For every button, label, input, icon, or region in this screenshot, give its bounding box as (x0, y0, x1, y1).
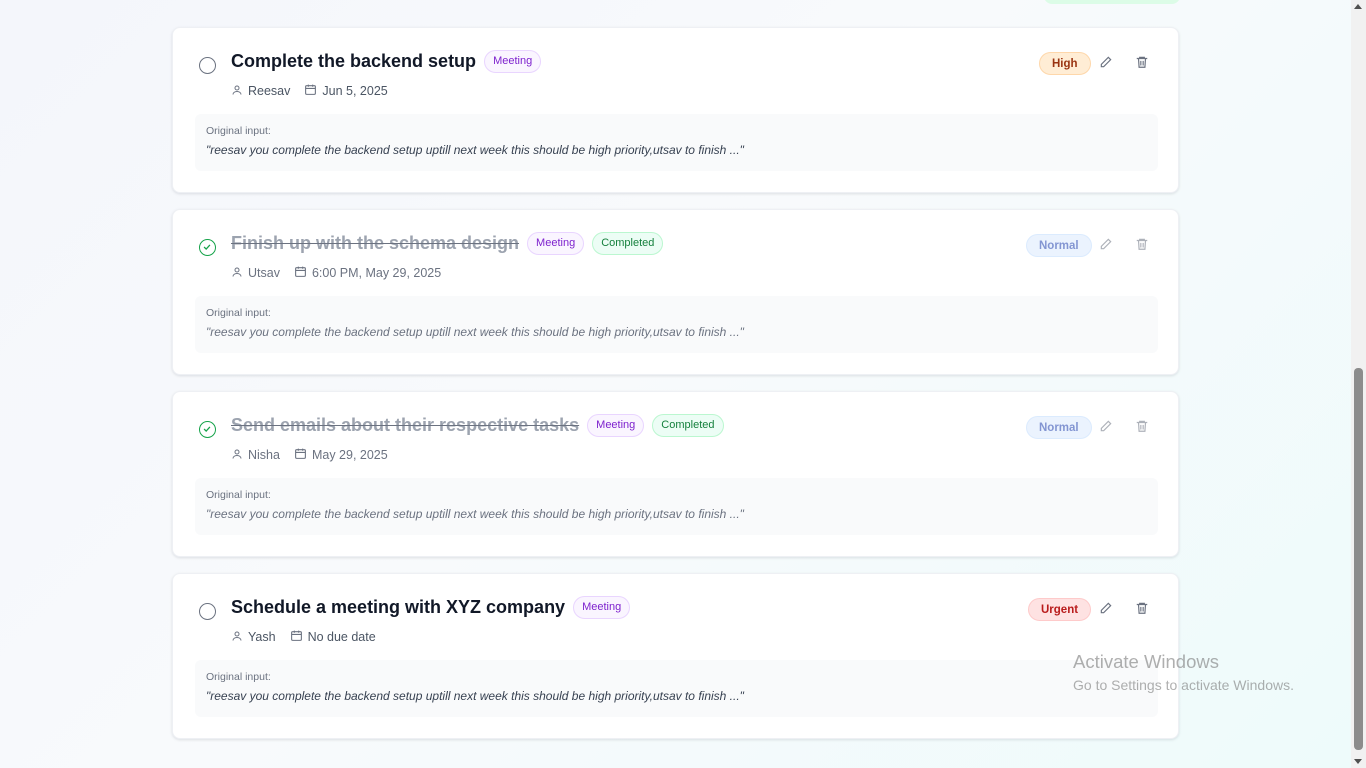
edit-button[interactable] (1097, 55, 1115, 73)
original-input-label: Original input: (206, 125, 271, 137)
original-input-text: "reesav you complete the backend setup u… (206, 143, 744, 157)
original-input-label: Original input: (206, 671, 271, 683)
priority-badge: Normal (1026, 416, 1092, 439)
original-input-box: Original input: "reesav you complete the… (195, 660, 1158, 717)
tag-meeting: Meeting (573, 596, 631, 619)
due-date: No due date (307, 630, 376, 644)
tag-meeting: Meeting (527, 232, 585, 255)
trash-icon (1135, 601, 1149, 620)
priority-badge: Normal (1026, 234, 1092, 257)
trash-icon (1135, 237, 1149, 256)
task-card: Complete the backend setup Meeting Reesa… (172, 27, 1179, 193)
scroll-down-arrow[interactable] (1354, 759, 1362, 764)
assignee: Yash (248, 630, 276, 644)
complete-toggle[interactable] (199, 421, 216, 438)
delete-button[interactable] (1133, 55, 1151, 73)
priority-badge: Urgent (1028, 598, 1092, 621)
original-input-text: "reesav you complete the backend setup u… (206, 325, 744, 339)
partial-badge-above (1044, 0, 1180, 4)
user-icon (231, 266, 243, 281)
task-card: Send emails about their respective tasks… (172, 391, 1179, 557)
original-input-box: Original input: "reesav you complete the… (195, 114, 1158, 171)
priority-badge: High (1039, 52, 1091, 75)
trash-icon (1135, 419, 1149, 438)
pencil-icon (1099, 419, 1113, 438)
tag-completed: Completed (652, 414, 724, 437)
calendar-icon (304, 83, 317, 99)
original-input-label: Original input: (206, 307, 271, 319)
original-input-box: Original input: "reesav you complete the… (195, 296, 1158, 353)
tag-meeting: Meeting (587, 414, 645, 437)
complete-toggle[interactable] (199, 57, 216, 74)
assignee: Utsav (248, 266, 280, 280)
original-input-label: Original input: (206, 489, 271, 501)
task-title: Finish up with the schema design (231, 233, 520, 253)
pencil-icon (1099, 601, 1113, 620)
user-icon (231, 630, 243, 645)
due-date: Jun 5, 2025 (322, 84, 388, 98)
original-input-box: Original input: "reesav you complete the… (195, 478, 1158, 535)
tag-meeting: Meeting (484, 50, 542, 73)
calendar-icon (294, 447, 307, 463)
tag-completed: Completed (592, 232, 664, 255)
original-input-text: "reesav you complete the backend setup u… (206, 507, 744, 521)
scroll-thumb[interactable] (1354, 368, 1363, 750)
task-title: Schedule a meeting with XYZ company (231, 597, 566, 617)
calendar-icon (294, 265, 307, 281)
user-icon (231, 84, 243, 99)
trash-icon (1135, 55, 1149, 74)
complete-toggle[interactable] (199, 239, 216, 256)
delete-button[interactable] (1133, 601, 1151, 619)
assignee: Nisha (248, 448, 280, 462)
calendar-icon (290, 629, 303, 645)
task-title: Complete the backend setup (231, 51, 477, 71)
scroll-up-arrow[interactable] (1354, 4, 1362, 9)
pencil-icon (1099, 55, 1113, 74)
complete-toggle[interactable] (199, 603, 216, 620)
edit-button[interactable] (1097, 419, 1115, 437)
delete-button[interactable] (1133, 237, 1151, 255)
task-card: Schedule a meeting with XYZ company Meet… (172, 573, 1179, 739)
assignee: Reesav (248, 84, 291, 98)
user-icon (231, 448, 243, 463)
pencil-icon (1099, 237, 1113, 256)
delete-button[interactable] (1133, 419, 1151, 437)
due-date: May 29, 2025 (311, 448, 388, 462)
edit-button[interactable] (1097, 237, 1115, 255)
original-input-text: "reesav you complete the backend setup u… (206, 689, 744, 703)
task-title: Send emails about their respective tasks (231, 415, 580, 435)
task-card: Finish up with the schema design Meeting… (172, 209, 1179, 375)
due-date: 6:00 PM, May 29, 2025 (311, 266, 442, 280)
edit-button[interactable] (1097, 601, 1115, 619)
vertical-scrollbar[interactable] (1351, 0, 1366, 768)
